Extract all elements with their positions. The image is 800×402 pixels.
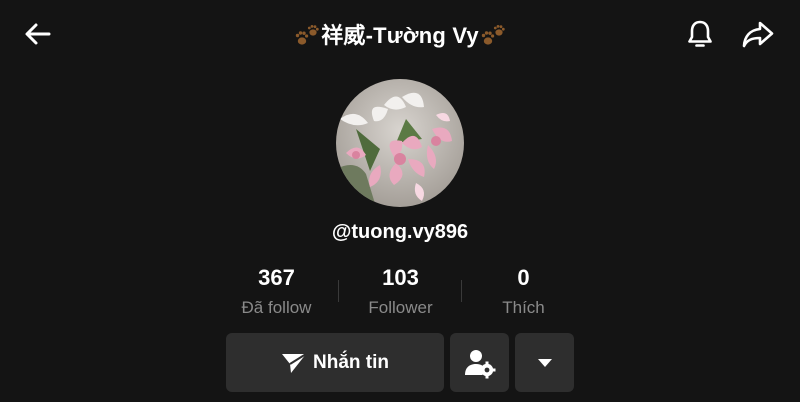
notifications-button[interactable] <box>680 14 720 54</box>
profile-stats: 367 Đã follow 103 Follower 0 Thích <box>215 264 585 324</box>
paw-prints-icon <box>295 25 319 45</box>
paw-prints-icon <box>481 25 505 45</box>
send-icon <box>282 352 307 373</box>
profile-page: 祥威-Tường Vy @tuong.vy896 367 Đã follow 1… <box>0 0 800 402</box>
person-settings-icon <box>464 349 495 378</box>
follow-settings-button[interactable] <box>450 333 509 392</box>
more-options-button[interactable] <box>515 333 574 392</box>
stat-likes-label: Thích <box>502 298 545 317</box>
stat-likes[interactable]: 0 Thích <box>462 264 585 320</box>
share-arrow-icon <box>742 21 774 48</box>
stat-following-value: 367 <box>258 265 295 290</box>
stat-followers-label: Follower <box>368 298 433 317</box>
avatar-image <box>336 79 464 207</box>
stat-followers-value: 103 <box>382 265 419 290</box>
username: @tuong.vy896 <box>331 221 469 243</box>
stat-following[interactable]: 367 Đã follow <box>215 264 338 320</box>
stat-followers[interactable]: 103 Follower <box>339 264 462 320</box>
profile-display-name: 祥威-Tường Vy <box>321 23 479 49</box>
avatar[interactable] <box>336 79 464 207</box>
message-button[interactable]: Nhắn tin <box>226 333 444 392</box>
share-button[interactable] <box>738 14 778 54</box>
bell-icon <box>688 20 712 47</box>
stat-likes-value: 0 <box>517 265 530 290</box>
top-bar: 祥威-Tường Vy <box>0 0 800 70</box>
message-button-label: Nhắn tin <box>313 351 389 373</box>
stat-following-label: Đã follow <box>241 298 312 317</box>
caret-down-icon <box>537 358 552 367</box>
